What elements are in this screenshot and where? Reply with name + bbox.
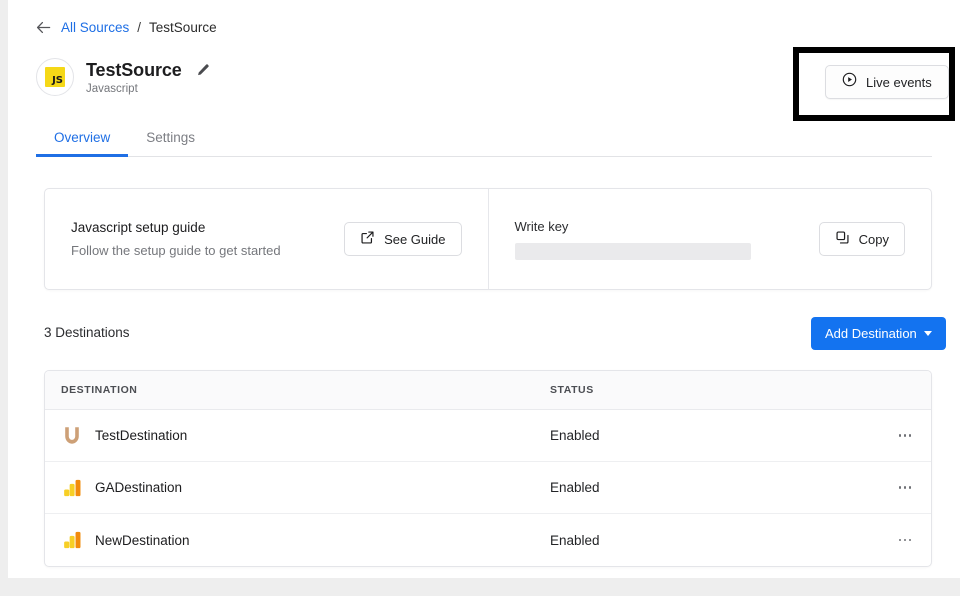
javascript-logo-icon: JS <box>36 58 74 96</box>
google-analytics-logo-icon <box>61 528 83 552</box>
row-actions-cell <box>870 427 931 445</box>
copy-write-key-button[interactable]: Copy <box>818 222 905 256</box>
source-title-row: TestSource <box>86 60 210 81</box>
write-key-label: Write key <box>514 218 569 234</box>
pencil-icon[interactable] <box>196 63 210 77</box>
overflow-menu-icon[interactable] <box>898 486 911 489</box>
see-guide-label: See Guide <box>384 231 446 247</box>
vero-u-logo-icon <box>61 424 83 448</box>
source-header: JS TestSource Javascript <box>36 58 210 96</box>
destinations-table: DESTINATION STATUS TestDestination Enabl… <box>44 370 932 567</box>
destination-name: NewDestination <box>95 532 190 548</box>
javascript-logo-text: JS <box>52 75 63 86</box>
column-header-destination: DESTINATION <box>61 384 138 396</box>
table-row[interactable]: TestDestination Enabled <box>45 410 931 462</box>
setup-guide-subtitle: Follow the setup guide to get started <box>71 243 281 258</box>
add-destination-button[interactable]: Add Destination <box>811 317 946 350</box>
table-header-row: DESTINATION STATUS <box>45 371 931 410</box>
write-key-block: Write key <box>514 218 751 260</box>
row-actions-cell <box>870 531 931 549</box>
overflow-menu-icon[interactable] <box>898 434 911 437</box>
source-meta: TestSource Javascript <box>86 60 210 95</box>
destination-cell: GADestination <box>45 476 550 500</box>
source-info-card: Javascript setup guide Follow the setup … <box>44 188 932 290</box>
write-key-pane: Write key Copy <box>487 189 932 289</box>
breadcrumb-current: TestSource <box>149 20 217 35</box>
tab-overview-label: Overview <box>54 130 111 145</box>
chevron-down-icon <box>923 331 932 336</box>
external-link-icon <box>360 230 375 248</box>
live-events-button[interactable]: Live events <box>825 65 949 99</box>
live-events-label: Live events <box>866 74 932 90</box>
breadcrumb: All Sources / TestSource <box>36 20 217 35</box>
setup-guide-title: Javascript setup guide <box>71 220 206 235</box>
destinations-count: 3 Destinations <box>44 325 130 340</box>
google-analytics-logo-icon <box>61 476 83 500</box>
tab-settings[interactable]: Settings <box>128 130 213 156</box>
write-key-value-masked[interactable] <box>514 242 751 260</box>
source-detail-page: All Sources / TestSource JS TestSource J… <box>8 0 960 578</box>
overflow-menu-icon[interactable] <box>898 538 911 542</box>
copy-icon <box>835 230 850 248</box>
row-actions-cell <box>870 479 931 497</box>
destination-cell: TestDestination <box>45 424 550 448</box>
table-row[interactable]: GADestination Enabled <box>45 462 931 514</box>
destination-name: TestDestination <box>95 428 188 443</box>
see-guide-button[interactable]: See Guide <box>344 222 462 256</box>
page-title: TestSource <box>86 59 182 80</box>
destination-name: GADestination <box>95 480 183 495</box>
tab-overview[interactable]: Overview <box>36 130 129 157</box>
tab-settings-label: Settings <box>146 130 196 145</box>
column-header-status: STATUS <box>550 384 594 396</box>
arrow-left-icon[interactable] <box>36 21 51 34</box>
destination-status: Enabled <box>550 532 600 548</box>
setup-guide-pane: Javascript setup guide Follow the setup … <box>45 189 488 289</box>
destination-status: Enabled <box>550 480 600 495</box>
setup-guide-text: Javascript setup guide Follow the setup … <box>71 220 281 258</box>
add-destination-label: Add Destination <box>825 326 917 341</box>
destination-cell: NewDestination <box>45 528 550 552</box>
destination-status: Enabled <box>550 428 600 443</box>
table-row[interactable]: NewDestination Enabled <box>45 514 931 566</box>
copy-label: Copy <box>858 231 889 247</box>
breadcrumb-separator: / <box>137 20 142 35</box>
breadcrumb-link-all-sources[interactable]: All Sources <box>61 20 129 35</box>
tab-bar: Overview Settings <box>36 130 932 157</box>
source-subtitle: Javascript <box>86 82 138 95</box>
play-circle-icon <box>842 72 857 92</box>
